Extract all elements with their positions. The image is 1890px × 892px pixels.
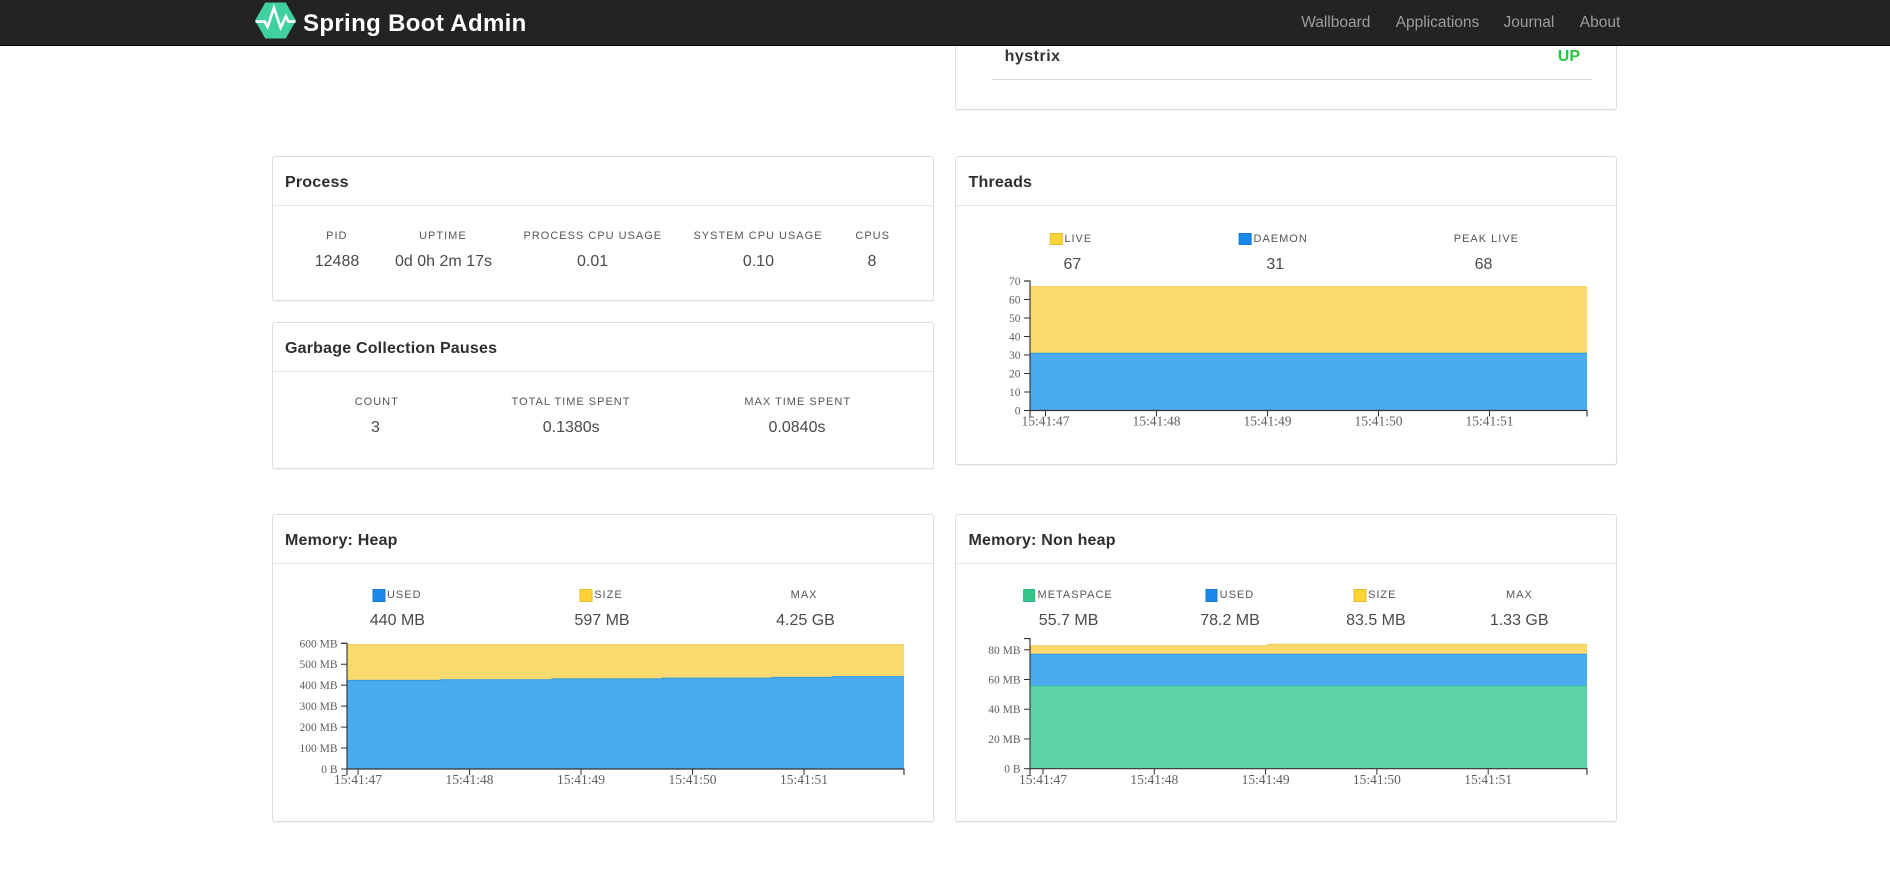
svg-text:80 MB: 80 MB [988, 645, 1021, 657]
svg-text:15:41:50: 15:41:50 [668, 772, 716, 787]
svg-text:30: 30 [1009, 350, 1021, 362]
svg-text:15:41:48: 15:41:48 [445, 772, 493, 787]
svg-text:15:41:49: 15:41:49 [557, 772, 605, 787]
svg-text:200 MB: 200 MB [299, 722, 337, 734]
svg-text:20: 20 [1009, 368, 1021, 380]
svg-text:50: 50 [1009, 313, 1021, 325]
svg-text:10: 10 [1009, 387, 1021, 399]
svg-text:20 MB: 20 MB [988, 734, 1021, 746]
svg-text:15:41:51: 15:41:51 [1464, 772, 1512, 787]
svg-text:15:41:50: 15:41:50 [1355, 414, 1403, 429]
svg-text:400 MB: 400 MB [299, 680, 337, 692]
svg-text:15:41:51: 15:41:51 [780, 772, 828, 787]
svg-text:15:41:49: 15:41:49 [1242, 772, 1290, 787]
svg-text:60 MB: 60 MB [988, 675, 1021, 687]
svg-text:15:41:48: 15:41:48 [1130, 772, 1178, 787]
svg-text:15:41:50: 15:41:50 [1353, 772, 1401, 787]
svg-text:0: 0 [1015, 405, 1021, 417]
svg-text:60: 60 [1009, 294, 1021, 306]
svg-text:40: 40 [1009, 331, 1021, 343]
svg-text:15:41:49: 15:41:49 [1244, 414, 1292, 429]
svg-text:500 MB: 500 MB [299, 659, 337, 671]
svg-text:15:41:47: 15:41:47 [1022, 414, 1070, 429]
svg-text:15:41:48: 15:41:48 [1133, 414, 1181, 429]
svg-text:15:41:47: 15:41:47 [1019, 772, 1067, 787]
svg-text:15:41:51: 15:41:51 [1466, 414, 1514, 429]
svg-text:15:41:47: 15:41:47 [334, 772, 382, 787]
svg-text:70: 70 [1009, 276, 1021, 288]
svg-text:40 MB: 40 MB [988, 704, 1021, 716]
svg-text:300 MB: 300 MB [299, 701, 337, 713]
svg-text:600 MB: 600 MB [299, 638, 337, 650]
svg-text:100 MB: 100 MB [299, 743, 337, 755]
